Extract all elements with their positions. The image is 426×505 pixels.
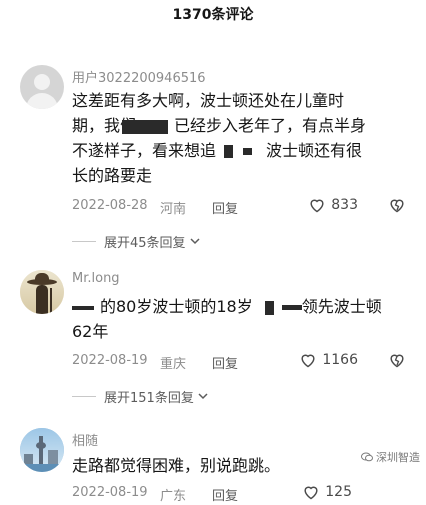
like-count: 125 bbox=[325, 484, 352, 500]
comment-username[interactable]: 相随 bbox=[72, 430, 98, 449]
user-avatar[interactable] bbox=[20, 65, 64, 109]
comment-count-title: 1370条评论 bbox=[172, 7, 254, 23]
comment-meta: 2022-08-28 河南 回复 833 bbox=[72, 197, 426, 218]
expand-replies-button[interactable]: 展开45条回复 bbox=[72, 232, 200, 251]
expand-replies-label: 展开45条回复 bbox=[104, 236, 186, 251]
avatar-tower-bulb bbox=[36, 442, 46, 449]
chevron-down-icon bbox=[198, 393, 208, 400]
comment-meta: 2022-08-19 广东 回复 125 bbox=[72, 484, 426, 505]
comment-meta: 2022-08-19 重庆 回复 1166 bbox=[72, 352, 426, 373]
reply-button[interactable]: 回复 bbox=[212, 353, 238, 372]
comment-date: 2022-08-19 bbox=[72, 485, 148, 500]
heart-icon bbox=[301, 354, 315, 368]
user-avatar[interactable] bbox=[20, 270, 64, 314]
watermark-text: 深圳智造 bbox=[376, 451, 420, 464]
avatar-figure bbox=[36, 285, 48, 314]
comment-fragment: 不遂样子，看来想追 bbox=[72, 141, 217, 160]
comment-username[interactable]: 用户3022200946516 bbox=[72, 67, 206, 86]
comment-line: 的80岁波士顿的18岁 领先波士顿 bbox=[72, 294, 410, 319]
redaction-block bbox=[122, 119, 169, 134]
comment-region: 河南 bbox=[160, 202, 187, 217]
avatar-body-shape bbox=[26, 93, 58, 109]
comment-username[interactable]: Mr.long bbox=[72, 271, 120, 286]
comment-fragment: 已经步入老年了，有点半身 bbox=[174, 116, 367, 135]
reply-button[interactable]: 回复 bbox=[212, 198, 238, 217]
comment-text: 走路都觉得困难，别说跑跳。 bbox=[72, 453, 410, 478]
comment-fragment: 领先波士顿 bbox=[301, 297, 382, 316]
heart-icon bbox=[304, 486, 318, 500]
heart-icon bbox=[310, 199, 324, 213]
comment-text: 的80岁波士顿的18岁 领先波士顿 62年 bbox=[72, 294, 410, 344]
broken-heart-icon[interactable] bbox=[388, 352, 406, 368]
like-button[interactable]: 1166 bbox=[299, 352, 358, 368]
comment-line: 不遂样子，看来想追 波士顿还有很 bbox=[72, 138, 410, 163]
divider-line bbox=[72, 396, 96, 397]
like-button[interactable]: 833 bbox=[308, 197, 358, 213]
broken-heart-icon[interactable] bbox=[388, 197, 406, 213]
comment-line: 长的路要走 bbox=[72, 166, 153, 185]
comment-region: 广东 bbox=[160, 489, 187, 504]
avatar-water bbox=[20, 464, 64, 472]
avatar-tower bbox=[39, 436, 43, 464]
comment-line: 走路都觉得困难，别说跑跳。 bbox=[72, 456, 281, 475]
redaction-block bbox=[224, 145, 234, 158]
like-count: 1166 bbox=[322, 352, 358, 368]
comment-date: 2022-08-28 bbox=[72, 198, 148, 213]
divider-line bbox=[72, 241, 96, 242]
avatar-head-shape bbox=[34, 74, 50, 90]
comment-line: 62年 bbox=[72, 322, 109, 341]
comment-line: 这差距有多大啊，波士顿还处在儿童时 bbox=[72, 91, 345, 110]
redaction-block bbox=[72, 305, 94, 310]
chevron-down-icon bbox=[190, 238, 200, 245]
comment-fragment: 波士顿还有很 bbox=[266, 141, 363, 160]
redaction-block bbox=[243, 148, 253, 155]
redaction-block bbox=[281, 305, 302, 310]
comment-fragment: 的80岁波士顿的18岁 bbox=[100, 297, 253, 316]
user-avatar[interactable] bbox=[20, 428, 64, 472]
expand-replies-label: 展开151条回复 bbox=[104, 391, 194, 406]
like-count: 833 bbox=[331, 197, 358, 213]
expand-replies-button[interactable]: 展开151条回复 bbox=[72, 387, 208, 406]
reply-button[interactable]: 回复 bbox=[212, 485, 238, 504]
comment-text: 这差距有多大啊，波士顿还处在儿童时 期，我们 已经步入老年了，有点半身 不遂样子，… bbox=[72, 88, 410, 188]
comment-line: 期，我们 已经步入老年了，有点半身 bbox=[72, 113, 410, 138]
watermark: 深圳智造 bbox=[361, 449, 420, 465]
redaction-block bbox=[264, 300, 274, 315]
comment-date: 2022-08-19 bbox=[72, 353, 148, 368]
wechat-icon bbox=[361, 452, 373, 462]
comment-region: 重庆 bbox=[160, 357, 187, 372]
avatar-pole bbox=[50, 288, 52, 314]
like-button[interactable]: 125 bbox=[302, 484, 352, 500]
